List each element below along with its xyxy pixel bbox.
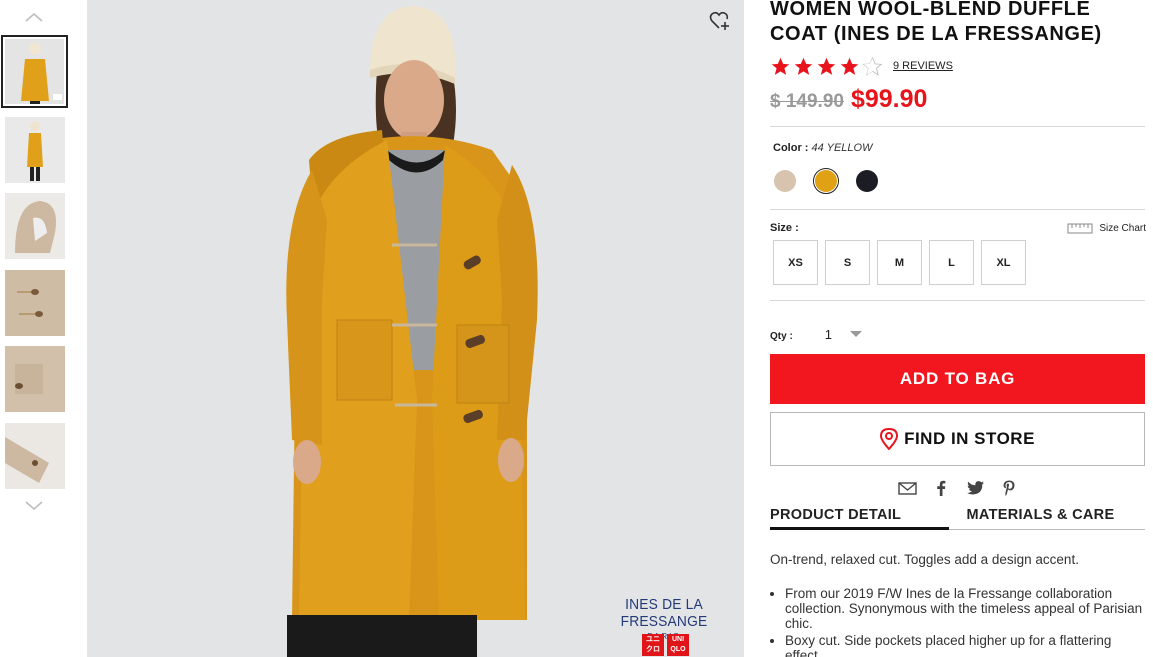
size-option-s[interactable]: S — [825, 240, 870, 285]
star-full-icon — [817, 57, 836, 75]
product-title: WOMEN WOOL-BLEND DUFFLE COAT (INES DE LA… — [770, 0, 1102, 45]
price-row: $ 149.90 $99.90 — [770, 85, 1146, 114]
thumbnail-3[interactable] — [5, 193, 65, 259]
size-header: Size : Size Chart — [770, 222, 1146, 234]
star-full-icon — [794, 57, 813, 75]
rating-row: 9 REVIEWS — [770, 55, 1146, 77]
sale-price: $99.90 — [850, 85, 928, 113]
thumbnail-6[interactable] — [5, 423, 65, 489]
color-label-row: Color : 44 YELLOW — [773, 142, 1146, 154]
color-label: Color : — [773, 142, 809, 154]
model-wearing-coat-illustration — [286, 6, 538, 657]
share-icons — [770, 478, 1146, 498]
size-label: Size : — [770, 222, 799, 234]
uniqlo-logo-katakana: ユニ クロ — [642, 634, 664, 656]
qty-label: Qty : — [770, 331, 793, 342]
facebook-icon[interactable] — [931, 478, 951, 498]
quantity-value: 1 — [824, 327, 833, 342]
reviews-link[interactable]: 9 REVIEWS — [893, 60, 953, 72]
wishlist-heart-icon[interactable] — [709, 10, 731, 32]
size-option-m[interactable]: M — [877, 240, 922, 285]
chevron-down-icon — [850, 331, 863, 337]
size-option-l[interactable]: L — [929, 240, 974, 285]
divider — [770, 209, 1145, 210]
thumbnail-2[interactable] — [5, 117, 65, 183]
thumbnail-4[interactable] — [5, 270, 65, 336]
star-full-icon — [840, 57, 859, 75]
star-half-icon — [862, 56, 883, 76]
tab-product-detail[interactable]: PRODUCT DETAIL — [770, 507, 949, 530]
brand-name: INES DE LA FRESSANGE — [620, 596, 708, 630]
thumbnail-rail — [0, 0, 70, 657]
add-to-bag-button[interactable]: ADD TO BAG — [770, 354, 1145, 404]
ruler-icon — [1067, 223, 1093, 234]
thumbnail-5[interactable] — [5, 346, 65, 412]
tab-materials-care[interactable]: MATERIALS & CARE — [949, 507, 1146, 529]
quantity-row: Qty : 1 — [770, 327, 1146, 342]
location-pin-icon — [880, 428, 899, 450]
product-description: On-trend, relaxed cut. Toggles add a des… — [770, 552, 1079, 567]
main-product-image[interactable]: INES DE LA FRESSANGE PARIS ユニ クロ UNI QLO — [87, 0, 744, 657]
uniqlo-logo-latin-text: UNI QLO — [670, 636, 686, 653]
divider — [770, 300, 1145, 301]
pinterest-icon[interactable] — [999, 478, 1019, 498]
thumbnail-scroll-down-icon[interactable] — [22, 497, 46, 515]
description-bullets: From our 2019 F/W Ines de la Fressange c… — [770, 586, 1146, 657]
detail-tabs: PRODUCT DETAIL MATERIALS & CARE — [770, 507, 1145, 530]
size-option-xs[interactable]: XS — [773, 240, 818, 285]
uniqlo-logo-latin: UNI QLO — [667, 634, 689, 656]
size-chart-label: Size Chart — [1099, 222, 1146, 234]
brand-city: PARIS — [584, 632, 744, 641]
size-option-xl[interactable]: XL — [981, 240, 1026, 285]
thumbnail-scroll-up-icon[interactable] — [22, 8, 46, 26]
color-swatch-yellow[interactable] — [813, 168, 839, 194]
brand-logo: INES DE LA FRESSANGE PARIS — [584, 596, 744, 641]
color-swatch-beige[interactable] — [772, 168, 798, 194]
size-options: XS S M L XL — [773, 240, 1146, 285]
mail-icon[interactable] — [897, 478, 917, 498]
find-in-store-label: FIND IN STORE — [904, 429, 1035, 448]
uniqlo-logo-katakana-text: ユニ クロ — [646, 636, 660, 653]
list-item: Boxy cut. Side pockets placed higher up … — [785, 633, 1146, 657]
list-item: From our 2019 F/W Ines de la Fressange c… — [785, 586, 1146, 631]
divider — [770, 126, 1145, 127]
color-selected-value: 44 YELLOW — [811, 142, 873, 154]
star-full-icon — [771, 57, 790, 75]
size-chart-link[interactable]: Size Chart — [1067, 222, 1146, 234]
quantity-select[interactable]: 1 — [824, 327, 863, 342]
twitter-icon[interactable] — [965, 478, 985, 498]
product-details-panel: WOMEN WOOL-BLEND DUFFLE COAT (INES DE LA… — [770, 0, 1146, 657]
color-swatches — [772, 168, 1146, 194]
star-rating — [770, 56, 885, 77]
color-swatch-black[interactable] — [854, 168, 880, 194]
thumbnail-1[interactable] — [1, 35, 68, 108]
find-in-store-button[interactable]: FIND IN STORE — [770, 412, 1145, 466]
original-price: $ 149.90 — [770, 91, 844, 112]
